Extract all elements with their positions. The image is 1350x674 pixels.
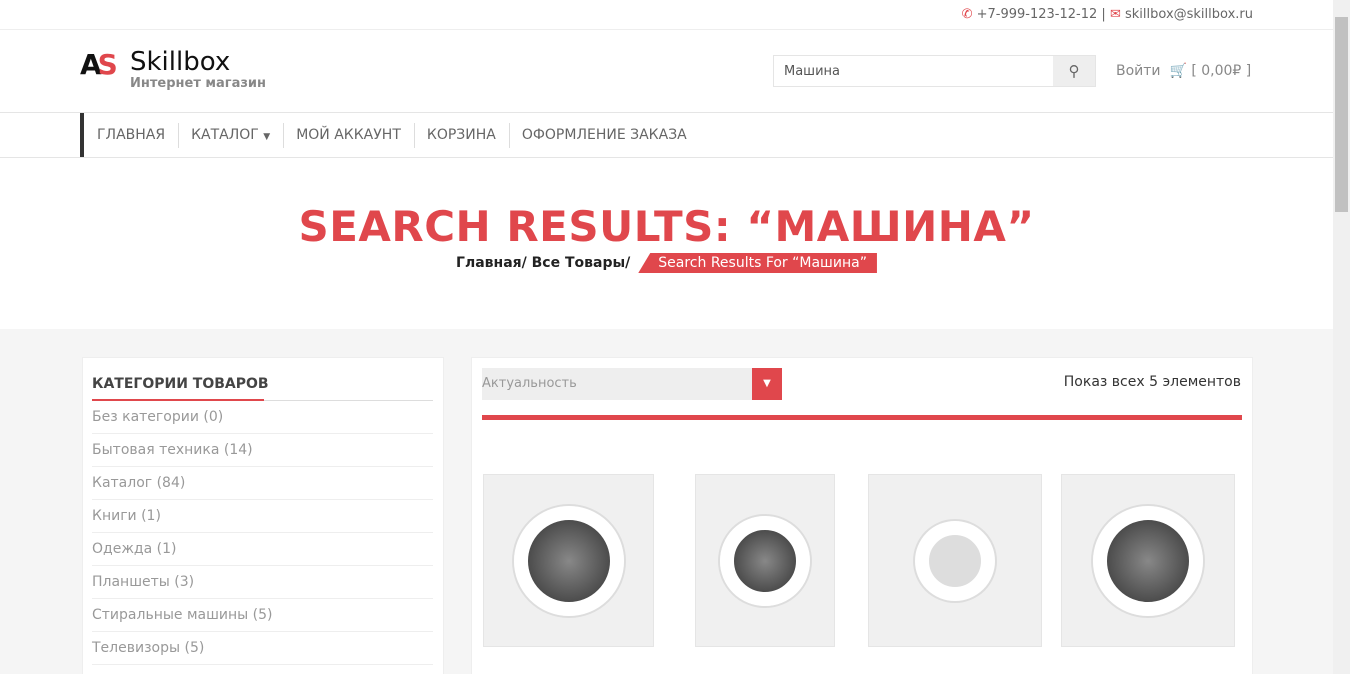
category-item[interactable]: Планшеты (3) [92,566,433,599]
cart-icon: 🛒 [1169,63,1187,79]
logo[interactable]: AS Skillbox Интернет магазин [80,48,266,91]
category-item[interactable]: Стиральные машины (5) [92,599,433,632]
washing-machine-image [513,505,624,616]
washing-machine-image [915,520,995,601]
page-title: SEARCH RESULTS: “МАШИНА” [298,202,1035,251]
breadcrumb-all[interactable]: Все Товары [532,255,626,271]
hero: SEARCH RESULTS: “МАШИНА” Главная / Все То… [0,158,1333,329]
product-image[interactable] [695,474,835,647]
logo-mark: AS [80,48,118,81]
login-link[interactable]: Войти [1116,63,1161,79]
separator: | [1101,7,1106,22]
sidebar-title: КАТЕГОРИИ ТОВАРОВ [92,376,433,401]
phone-icon: ✆ [961,7,973,22]
caret-down-icon: ▼ [752,368,782,400]
product-image[interactable] [868,474,1042,647]
product-image[interactable] [483,474,654,647]
category-item[interactable]: Книги (1) [92,500,433,533]
nav-catalog-label: КАТАЛОГ [191,127,259,143]
category-item[interactable]: Каталог (84) [92,467,433,500]
category-item[interactable]: Без категории (0) [92,401,433,434]
products-area: Актуальность ▼ Показ всех 5 элементов [471,357,1253,674]
header: AS SkillboxИнтернет магазин ⚲ Войти 🛒 [ … [0,30,1333,113]
mail-icon: ✉ [1109,7,1121,22]
sort-select[interactable]: Актуальность ▼ [482,368,782,400]
category-item[interactable]: Телевизоры (5) [92,632,433,665]
result-count: Показ всех 5 элементов [1063,374,1241,390]
scrollbar-thumb[interactable] [1335,17,1348,212]
caret-down-icon: ▼ [263,132,271,142]
nav-catalog[interactable]: КАТАЛОГ ▼ [178,113,283,157]
divider [482,415,1242,420]
category-item[interactable]: Одежда (1) [92,533,433,566]
main-nav: ГЛАВНАЯ КАТАЛОГ ▼ МОЙ АККАУНТ КОРЗИНА ОФ… [0,113,1333,158]
phone[interactable]: +7-999-123-12-12 [977,7,1098,22]
nav-home[interactable]: ГЛАВНАЯ [84,113,178,157]
sort-value: Актуальность [482,376,577,391]
search-icon: ⚲ [1068,63,1080,80]
washing-machine-image [1093,505,1203,616]
cart-link[interactable]: 🛒 [ 0,00₽ ] [1169,63,1251,79]
search-input[interactable] [774,56,1053,86]
logo-subtitle: Интернет магазин [130,76,266,91]
breadcrumb: Главная / Все Товары / Search Results For … [456,253,877,273]
logo-title: Skillbox [130,47,231,77]
breadcrumb-current: Search Results For “Машина” [638,253,877,273]
breadcrumb-home[interactable]: Главная [456,255,522,271]
search-form: ⚲ [773,55,1096,87]
cart-total: [ 0,00₽ ] [1191,63,1252,79]
washing-machine-image [720,515,810,606]
nav-cart[interactable]: КОРЗИНА [413,113,509,157]
nav-account[interactable]: МОЙ АККАУНТ [283,113,414,157]
nav-checkout[interactable]: ОФОРМЛЕНИЕ ЗАКАЗА [508,113,700,157]
search-button[interactable]: ⚲ [1053,56,1095,86]
categories-sidebar: КАТЕГОРИИ ТОВАРОВ Без категории (0) Быто… [82,357,444,674]
top-bar: ✆ +7-999-123-12-12 | ✉ skillbox@skillbox… [0,0,1333,30]
product-image[interactable] [1061,474,1235,647]
category-item[interactable]: Бытовая техника (14) [92,434,433,467]
email[interactable]: skillbox@skillbox.ru [1125,7,1253,22]
scrollbar[interactable] [1333,0,1350,674]
